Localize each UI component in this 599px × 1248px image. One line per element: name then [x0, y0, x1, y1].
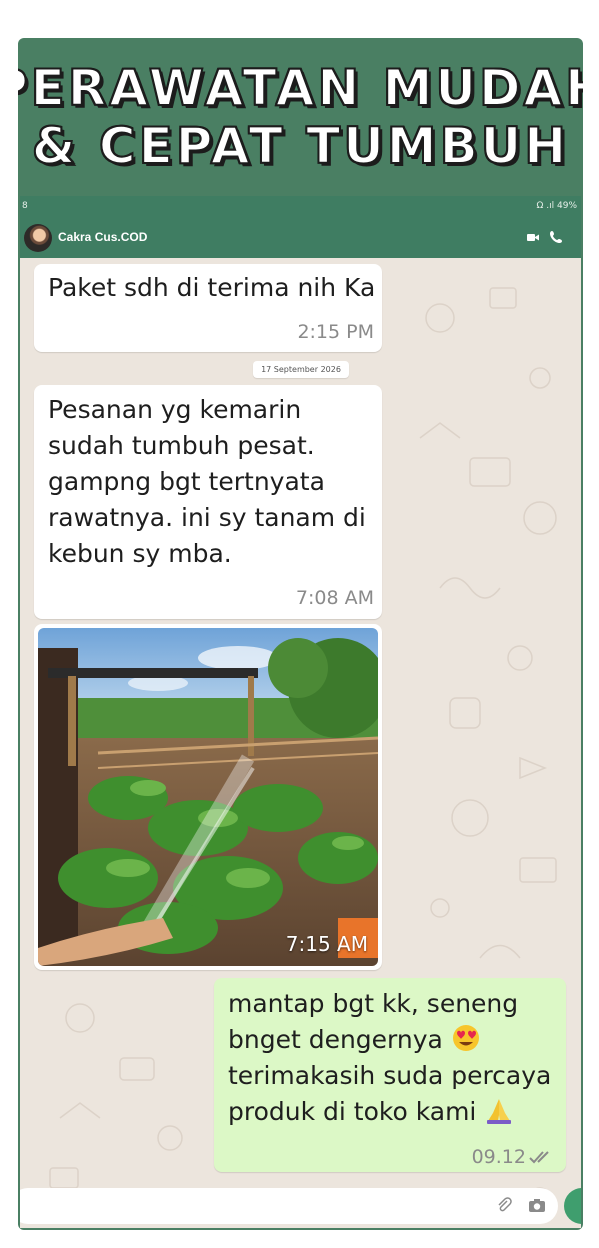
message-bubble-outgoing[interactable]: mantap bgt kk, seneng bnget dengernya te…: [214, 978, 566, 1172]
status-time: 8: [22, 201, 28, 211]
message-text: mantap bgt kk, seneng bnget dengernya te…: [228, 986, 563, 1130]
message-time: 7:08 AM: [295, 587, 374, 609]
banner-title-line-2: & CEPAT TUMBUH: [31, 116, 570, 176]
message-time: 2:15 PM: [297, 321, 374, 343]
image-time: 7:15 AM: [285, 932, 368, 956]
message-list[interactable]: Paket sdh di terima nih Ka 2:15 PM 17 Se…: [20, 258, 581, 1228]
promo-card: PERAWATAN MUDAH & CEPAT TUMBUH 8 Ω .ıl 4…: [18, 38, 583, 1230]
image-message-bubble[interactable]: 7:15 AM: [34, 624, 382, 970]
message-bubble-incoming[interactable]: Paket sdh di terima nih Ka 2:15 PM: [34, 264, 382, 352]
date-separator: 17 September 2026: [253, 361, 349, 378]
garden-watering-photo[interactable]: 7:15 AM: [38, 628, 378, 966]
message-time-status: 09.12: [472, 1146, 556, 1168]
message-input-bar: [20, 1186, 581, 1228]
folded-hands-emoji-icon: [487, 1099, 512, 1124]
double-check-icon: [529, 1151, 549, 1164]
garden-photo-illustration: [38, 628, 378, 966]
message-bubble-incoming[interactable]: Pesanan yg kemarin sudah tumbuh pesat. g…: [34, 385, 382, 619]
status-indicators: Ω .ıl 49%: [536, 201, 577, 211]
message-input[interactable]: [20, 1188, 558, 1224]
status-bar: 8 Ω .ıl 49%: [20, 196, 581, 218]
avatar[interactable]: [24, 224, 52, 252]
heart-eyes-emoji-icon: [452, 1025, 479, 1051]
video-call-icon[interactable]: [527, 233, 539, 242]
chat-header: Cakra Cus.COD: [20, 218, 581, 258]
attach-icon[interactable]: [496, 1197, 512, 1213]
message-text: Pesanan yg kemarin sudah tumbuh pesat. g…: [48, 395, 366, 568]
message-time: 09.12: [471, 1146, 526, 1168]
message-text: Paket sdh di terima nih Ka: [48, 273, 376, 302]
camera-icon[interactable]: [528, 1197, 546, 1213]
promo-banner: PERAWATAN MUDAH & CEPAT TUMBUH: [18, 38, 583, 196]
phone-call-icon[interactable]: [549, 230, 563, 244]
chat-screenshot: 8 Ω .ıl 49% Cakra Cus.COD Paket sdh di t…: [20, 196, 581, 1228]
mic-button[interactable]: [564, 1188, 581, 1224]
banner-title-line-1: PERAWATAN MUDAH: [18, 58, 583, 118]
contact-name[interactable]: Cakra Cus.COD: [58, 230, 147, 244]
